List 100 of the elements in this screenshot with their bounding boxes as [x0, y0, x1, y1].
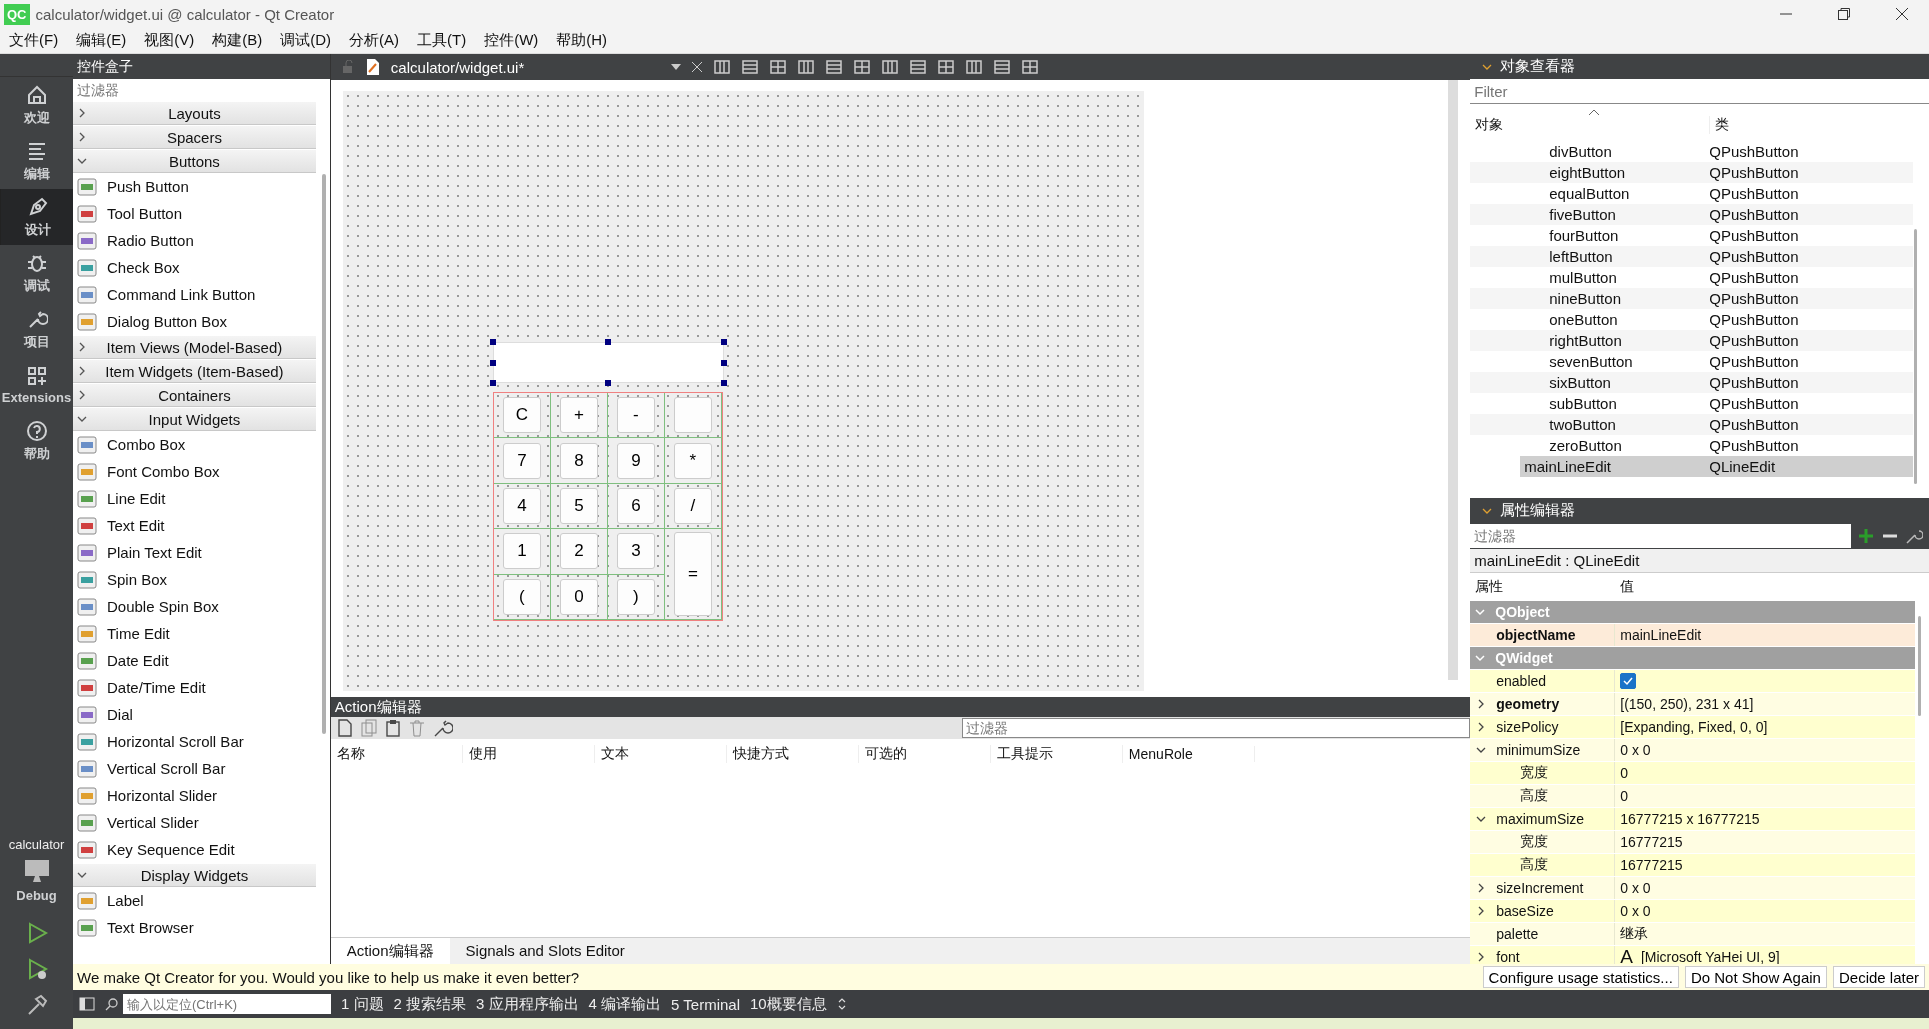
widget-item[interactable]: Vertical Scroll Bar [73, 755, 316, 782]
scrollbar[interactable] [321, 174, 326, 734]
widget-item[interactable]: Dialog Button Box [73, 308, 316, 335]
mode-button[interactable]: 项目 [0, 301, 73, 357]
output-pane-button[interactable]: 3 应用程序输出 [476, 994, 579, 1014]
category-header[interactable]: Item Widgets (Item-Based) [73, 359, 316, 383]
widget-item[interactable]: Text Edit [73, 512, 316, 539]
menu-item[interactable]: 调试(D) [271, 31, 340, 50]
project-name[interactable]: calculator [8, 837, 65, 852]
column-header[interactable]: 对象 [1470, 116, 1711, 134]
selection-handle[interactable] [720, 380, 727, 386]
selection-handle[interactable] [489, 339, 496, 345]
selection-handle[interactable] [720, 339, 727, 345]
widget-item[interactable]: Font Combo Box [73, 458, 316, 485]
widget-item[interactable]: Key Sequence Edit [73, 836, 316, 863]
filter-field[interactable]: 过滤器 [962, 718, 1471, 738]
column-header[interactable]: 文本 [594, 745, 727, 763]
property-value[interactable]: 0 x 0 [1620, 880, 1651, 896]
selection-handle[interactable] [489, 380, 496, 386]
monitor-icon[interactable] [22, 858, 51, 884]
object-row[interactable]: nineButton QPushButton [1470, 288, 1913, 309]
paste-icon[interactable] [384, 719, 401, 737]
mode-button[interactable]: Extensions [0, 357, 73, 413]
object-row[interactable]: sevenButton QPushButton [1470, 351, 1913, 372]
calculator-key[interactable]: 3 [616, 533, 655, 570]
layout-tool-icon[interactable] [908, 59, 927, 75]
locator-field[interactable]: 输入以定位(Ctrl+K) [123, 994, 331, 1014]
property-value[interactable]: [Microsoft YaHei UI, 9] [1640, 949, 1780, 964]
output-pane-button[interactable]: 1 问题 [341, 994, 384, 1014]
form-canvas[interactable]: C + - 7 8 9 * 4 5 6 / 1 2 3 = ( 0 ) [342, 91, 1144, 691]
notification-button[interactable]: Decide later [1832, 966, 1925, 988]
plus-icon[interactable] [1857, 527, 1875, 545]
calculator-key[interactable]: * [673, 442, 712, 479]
layout-tool-icon[interactable] [880, 59, 899, 75]
category-header[interactable]: Spacers [73, 125, 316, 149]
column-header[interactable]: 可选的 [858, 745, 991, 763]
category-header[interactable]: Containers [73, 383, 316, 407]
layout-tool-icon[interactable] [740, 59, 759, 75]
calculator-key[interactable]: 4 [502, 488, 541, 524]
widget-item[interactable]: Vertical Slider [73, 809, 316, 836]
layout-tool-icon[interactable] [852, 59, 871, 75]
object-row[interactable]: fiveButton QPushButton [1470, 204, 1913, 225]
calculator-key[interactable]: ( [502, 578, 541, 615]
menu-item[interactable]: 视图(V) [135, 31, 204, 50]
mode-button[interactable]: 欢迎 [0, 77, 73, 133]
widget-item[interactable]: Check Box [73, 254, 316, 281]
layout-tool-icon[interactable] [796, 59, 815, 75]
selection-handle[interactable] [720, 359, 727, 366]
calculator-key[interactable]: = [673, 532, 712, 617]
chevron-icon[interactable] [1476, 745, 1487, 755]
layout-tool-icon[interactable] [992, 59, 1011, 75]
column-header[interactable]: 属性 [1470, 578, 1621, 596]
scrollbar[interactable] [1914, 229, 1917, 484]
dropdown-caret-icon[interactable] [670, 64, 681, 70]
object-row[interactable]: fourButton QPushButton [1470, 225, 1913, 246]
widget-item[interactable]: Text Browser [73, 914, 316, 941]
scrollbar[interactable] [1448, 80, 1459, 680]
selection-handle[interactable] [605, 339, 612, 345]
category-header[interactable]: Item Views (Model-Based) [73, 335, 316, 359]
column-header[interactable]: 名称 [330, 745, 463, 763]
category-header[interactable]: Input Widgets [73, 407, 316, 431]
layout-tool-icon[interactable] [964, 59, 983, 75]
output-pane-button[interactable]: 2 搜索结果 [393, 994, 467, 1014]
checkbox[interactable] [1620, 673, 1637, 689]
chevron-icon[interactable] [1476, 814, 1487, 824]
scrollbar[interactable] [1918, 616, 1921, 716]
widget-item[interactable]: Line Edit [73, 485, 316, 512]
property-value[interactable]: 16777215 [1620, 857, 1683, 873]
output-pane-button[interactable]: 5 Terminal [671, 995, 740, 1013]
notification-button[interactable]: Configure usage statistics... [1482, 966, 1679, 988]
widget-item[interactable]: Double Spin Box [73, 593, 316, 620]
category-header[interactable]: Display Widgets [73, 863, 316, 887]
calculator-key[interactable]: - [616, 397, 655, 434]
object-row[interactable]: subButton QPushButton [1470, 393, 1913, 414]
selection-handle[interactable] [489, 359, 496, 366]
column-header[interactable]: MenuRole [1122, 746, 1255, 762]
sidebar-toggle-icon[interactable] [79, 996, 95, 1012]
layout-tool-icon[interactable] [1020, 59, 1039, 75]
object-row[interactable]: twoButton QPushButton [1470, 414, 1913, 435]
close-icon[interactable] [1895, 7, 1909, 21]
widget-item[interactable]: Command Link Button [73, 281, 316, 308]
property-value[interactable]: 0 [1620, 765, 1629, 781]
widget-item[interactable]: Time Edit [73, 620, 316, 647]
property-value[interactable]: 0 x 0 [1620, 742, 1651, 758]
widget-item[interactable]: Horizontal Scroll Bar [73, 728, 316, 755]
restore-icon[interactable] [1837, 7, 1851, 21]
menu-item[interactable]: 工具(T) [408, 31, 476, 50]
mode-button[interactable]: 帮助 [0, 413, 73, 469]
calculator-key[interactable]: 2 [559, 533, 598, 570]
property-value[interactable]: 16777215 x 16777215 [1620, 811, 1760, 827]
property-value[interactable]: [(150, 250), 231 x 41] [1620, 696, 1754, 712]
widget-item[interactable]: Push Button [73, 173, 316, 200]
property-value[interactable]: 继承 [1620, 925, 1649, 943]
widget-item[interactable]: Label [73, 887, 316, 914]
object-row[interactable]: zeroButton QPushButton [1470, 435, 1913, 456]
output-pane-button[interactable]: 4 编译输出 [588, 994, 662, 1014]
tab[interactable]: Signals and Slots Editor [449, 938, 641, 964]
calculator-key[interactable]: 6 [616, 488, 655, 524]
calculator-key[interactable]: / [673, 488, 712, 524]
widget-item[interactable]: Date Edit [73, 647, 316, 674]
